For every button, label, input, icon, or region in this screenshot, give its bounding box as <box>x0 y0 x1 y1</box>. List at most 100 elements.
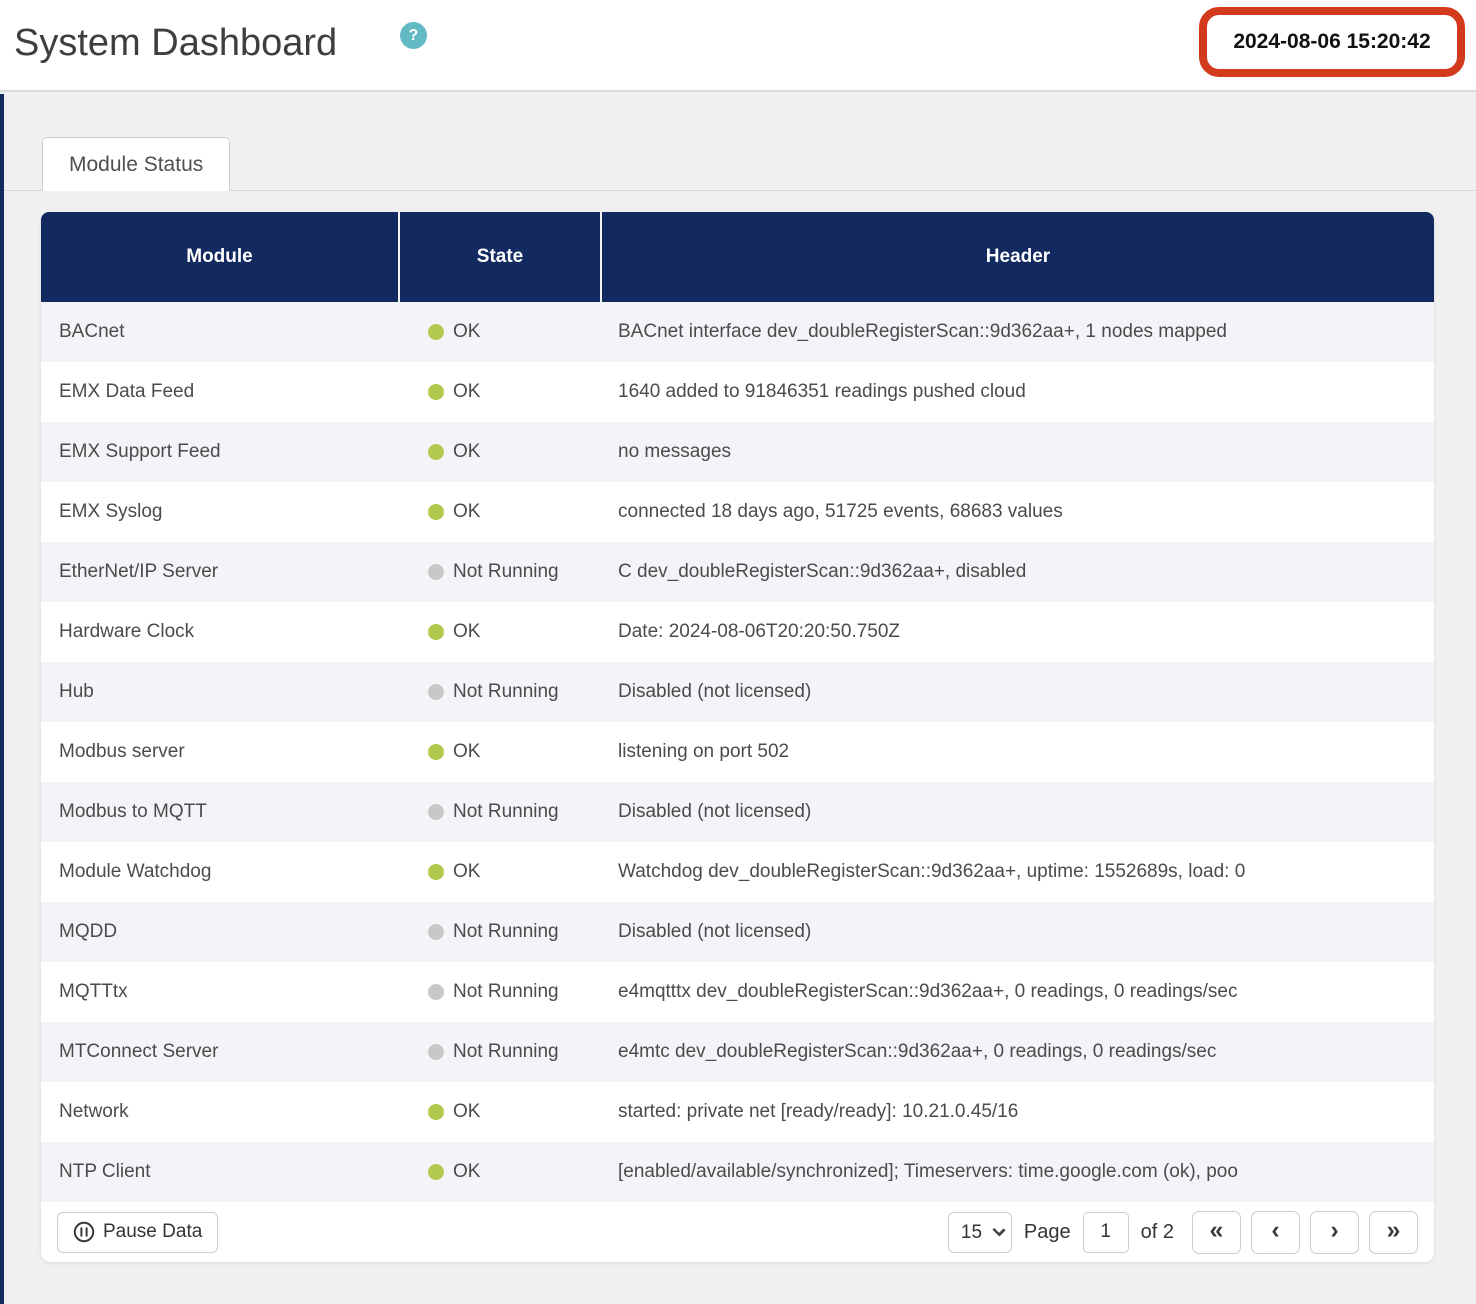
status-ok-dot <box>428 504 444 520</box>
state-cell: Not Running <box>400 801 602 823</box>
module-name-cell: Modbus server <box>41 741 400 763</box>
status-not-running-dot <box>428 924 444 940</box>
state-cell: OK <box>400 381 602 403</box>
header-message-cell: Disabled (not licensed) <box>602 801 1434 823</box>
tab-label: Module Status <box>69 153 203 177</box>
header-message-cell: connected 18 days ago, 51725 events, 686… <box>602 501 1434 523</box>
module-name-cell: BACnet <box>41 321 400 343</box>
state-text: OK <box>453 621 480 643</box>
module-name-cell: EMX Syslog <box>41 501 400 523</box>
status-not-running-dot <box>428 804 444 820</box>
table-row: Modbus serverOKlistening on port 502 <box>41 722 1434 782</box>
module-name-cell: EtherNet/IP Server <box>41 561 400 583</box>
table-row: EMX Syslog OK connected 18 days ago, 51725… <box>41 482 1434 542</box>
table-row: MTConnect ServerNot Runninge4mtc dev_dou… <box>41 1022 1434 1082</box>
state-cell: OK <box>400 741 602 763</box>
table-row: HubNot RunningDisabled (not licensed) <box>41 662 1434 722</box>
table-row: BACnet OK BACnet interface dev_doubleRegis… <box>41 302 1434 362</box>
header-message-cell: [enabled/available/synchronized]; Timese… <box>602 1161 1434 1183</box>
state-text: OK <box>453 381 480 403</box>
header-message-cell: e4mtc dev_doubleRegisterScan::9d362aa+, … <box>602 1041 1434 1063</box>
state-cell: OK <box>400 1101 602 1123</box>
state-text: OK <box>453 1101 480 1123</box>
status-not-running-dot <box>428 984 444 1000</box>
table-row: NetworkOKstarted: private net [ready/rea… <box>41 1082 1434 1142</box>
pause-icon <box>73 1221 95 1243</box>
status-ok-dot <box>428 864 444 880</box>
page-label: Page <box>1024 1221 1071 1244</box>
page-number-input[interactable] <box>1083 1212 1129 1253</box>
table-row: NTP ClientOK[enabled/available/synchroni… <box>41 1142 1434 1202</box>
state-text: Not Running <box>453 1041 559 1063</box>
state-cell: Not Running <box>400 981 602 1003</box>
status-not-running-dot <box>428 564 444 580</box>
status-ok-dot <box>428 744 444 760</box>
column-header-module: Module <box>41 212 400 302</box>
first-page-button[interactable]: « <box>1192 1211 1241 1254</box>
tab-module-status[interactable]: Module Status <box>42 137 230 191</box>
pause-data-button[interactable]: Pause Data <box>57 1212 218 1253</box>
current-timestamp: 2024-08-06 15:20:42 <box>1233 30 1430 54</box>
table-row: EMX Support FeedOKno messages <box>41 422 1434 482</box>
state-text: OK <box>453 861 480 883</box>
table-header-row: Module State Header <box>41 212 1434 302</box>
header-message-cell: listening on port 502 <box>602 741 1434 763</box>
state-text: Not Running <box>453 921 559 943</box>
header-message-cell: BACnet interface dev_doubleRegisterScan:… <box>602 321 1434 343</box>
table-row: EMX Data Feed OK 1640 added to 91846351 re… <box>41 362 1434 422</box>
state-cell: OK <box>400 1161 602 1183</box>
table-row: Hardware Clock OK Date: 2024-08-06T20:20:5… <box>41 602 1434 662</box>
column-header-header: Header <box>602 212 1434 302</box>
module-name-cell: EMX Support Feed <box>41 441 400 463</box>
timestamp-annotation-box: 2024-08-06 15:20:42 <box>1199 7 1465 77</box>
module-name-cell: Module Watchdog <box>41 861 400 883</box>
status-ok-dot <box>428 1104 444 1120</box>
state-text: OK <box>453 501 480 523</box>
status-ok-dot <box>428 624 444 640</box>
status-ok-dot <box>428 384 444 400</box>
header-message-cell: Watchdog dev_doubleRegisterScan::9d362aa… <box>602 861 1434 883</box>
header-message-cell: e4mqtttx dev_doubleRegisterScan::9d362aa… <box>602 981 1434 1003</box>
state-cell: OK <box>400 621 602 643</box>
column-header-state: State <box>400 212 602 302</box>
header-message-cell: Date: 2024-08-06T20:20:50.750Z <box>602 621 1434 643</box>
status-ok-dot <box>428 324 444 340</box>
table-row: MQDD Not Running Disabled (not licensed) <box>41 902 1434 962</box>
status-not-running-dot <box>428 1044 444 1060</box>
table-row: Modbus to MQTT Not Running Disabled (not l… <box>41 782 1434 842</box>
state-text: Not Running <box>453 801 559 823</box>
state-cell: Not Running <box>400 1041 602 1063</box>
page-title: System Dashboard <box>14 22 337 65</box>
state-cell: OK <box>400 861 602 883</box>
module-name-cell: MQDD <box>41 921 400 943</box>
module-name-cell: Modbus to MQTT <box>41 801 400 823</box>
help-icon[interactable]: ? <box>400 22 427 49</box>
state-cell: OK <box>400 321 602 343</box>
state-text: OK <box>453 321 480 343</box>
module-name-cell: Hardware Clock <box>41 621 400 643</box>
header-message-cell: no messages <box>602 441 1434 463</box>
module-name-cell: EMX Data Feed <box>41 381 400 403</box>
table-row: EtherNet/IP Server Not Running C dev_doubl… <box>41 542 1434 602</box>
state-cell: OK <box>400 501 602 523</box>
prev-page-button[interactable]: ‹ <box>1251 1211 1300 1254</box>
state-text: OK <box>453 1161 480 1183</box>
state-text: Not Running <box>453 681 559 703</box>
module-name-cell: MQTTtx <box>41 981 400 1003</box>
status-ok-dot <box>428 444 444 460</box>
header-message-cell: 1640 added to 91846351 readings pushed c… <box>602 381 1434 403</box>
header-message-cell: C dev_doubleRegisterScan::9d362aa+, disa… <box>602 561 1434 583</box>
status-ok-dot <box>428 1164 444 1180</box>
header-message-cell: Disabled (not licensed) <box>602 921 1434 943</box>
left-accent-bar <box>0 94 4 1304</box>
page-count-label: of 2 <box>1141 1221 1174 1244</box>
state-text: Not Running <box>453 561 559 583</box>
next-page-button[interactable]: › <box>1310 1211 1359 1254</box>
page-size-select[interactable]: 15 <box>948 1212 1012 1253</box>
state-cell: Not Running <box>400 921 602 943</box>
table-footer: Pause Data 15 Page of 2 «‹›» <box>41 1202 1434 1262</box>
last-page-button[interactable]: » <box>1369 1211 1418 1254</box>
status-not-running-dot <box>428 684 444 700</box>
state-cell: Not Running <box>400 561 602 583</box>
pause-data-label: Pause Data <box>103 1221 202 1243</box>
